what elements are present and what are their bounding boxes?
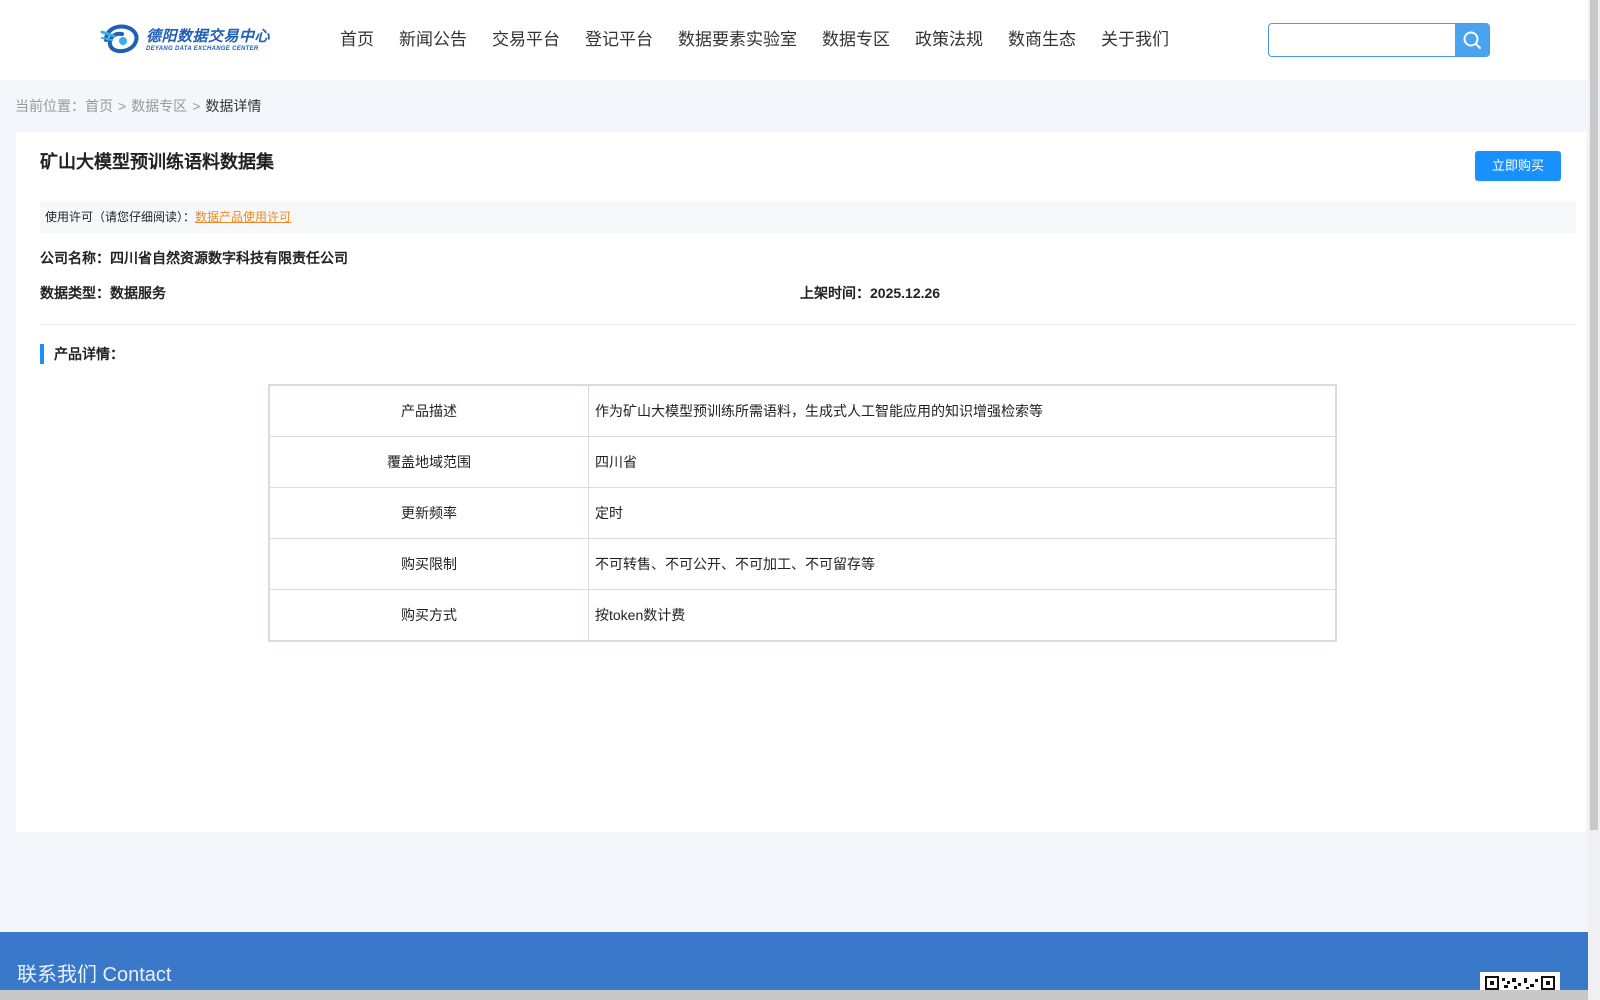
data-type-label: 数据类型： bbox=[40, 285, 110, 301]
search-box bbox=[1268, 23, 1490, 57]
section-title: 产品详情： bbox=[54, 346, 124, 362]
search-icon bbox=[1463, 31, 1481, 49]
table-cell-value: 定时 bbox=[588, 487, 1337, 539]
company-row: 公司名称：四川省自然资源数字科技有限责任公司 bbox=[40, 248, 348, 268]
table-row: 购买限制 不可转售、不可公开、不可加工、不可留存等 bbox=[268, 538, 1337, 590]
breadcrumb-home[interactable]: 首页 bbox=[85, 96, 113, 116]
logo-mark-icon bbox=[100, 24, 139, 54]
table-cell-value: 四川省 bbox=[588, 436, 1337, 488]
breadcrumb-separator: > bbox=[192, 98, 201, 114]
table-cell-key: 购买限制 bbox=[268, 538, 589, 590]
breadcrumb: 当前位置： 首页 > 数据专区 > 数据详情 bbox=[15, 96, 261, 116]
nav-item-trade[interactable]: 交易平台 bbox=[492, 27, 560, 53]
listed-time-row: 上架时间：2025.12.26 bbox=[800, 283, 940, 303]
nav-item-ecosystem[interactable]: 数商生态 bbox=[1008, 27, 1076, 53]
listed-time-label: 上架时间： bbox=[800, 285, 870, 301]
nav-item-register[interactable]: 登记平台 bbox=[585, 27, 653, 53]
table-row: 购买方式 按token数计费 bbox=[268, 589, 1337, 642]
company-label: 公司名称： bbox=[40, 250, 110, 266]
table-cell-value: 不可转售、不可公开、不可加工、不可留存等 bbox=[588, 538, 1337, 590]
table-cell-key: 覆盖地域范围 bbox=[268, 436, 589, 488]
license-link[interactable]: 数据产品使用许可 bbox=[195, 210, 291, 224]
breadcrumb-current: 数据详情 bbox=[205, 98, 262, 114]
nav-item-news[interactable]: 新闻公告 bbox=[399, 27, 467, 53]
site-header: 德阳数据交易中心 DEYANG DATA EXCHANGE CENTER 首页 … bbox=[0, 0, 1588, 80]
product-title: 矿山大模型预训练语料数据集 bbox=[40, 152, 274, 172]
data-type-value: 数据服务 bbox=[110, 285, 166, 301]
section-header: 产品详情： bbox=[40, 344, 124, 364]
company-name: 四川省自然资源数字科技有限责任公司 bbox=[110, 250, 348, 266]
buy-now-button[interactable]: 立即购买 bbox=[1475, 151, 1561, 181]
license-bar: 使用许可（请您仔细阅读）：数据产品使用许可 bbox=[40, 201, 1576, 233]
breadcrumb-prefix: 当前位置： bbox=[15, 98, 85, 114]
license-label: 使用许可（请您仔细阅读）： bbox=[45, 210, 196, 224]
divider bbox=[40, 324, 1576, 325]
listed-time-value: 2025.12.26 bbox=[870, 285, 941, 301]
breadcrumb-separator: > bbox=[118, 98, 127, 114]
data-type-row: 数据类型：数据服务 bbox=[40, 283, 166, 303]
table-cell-value: 按token数计费 bbox=[588, 589, 1337, 642]
table-cell-key: 购买方式 bbox=[268, 589, 589, 642]
logo-name-en: DEYANG DATA EXCHANGE CENTER bbox=[146, 45, 259, 52]
table-cell-value: 作为矿山大模型预训练所需语料，生成式人工智能应用的知识增强检索等 bbox=[588, 384, 1337, 437]
table-row: 产品描述 作为矿山大模型预训练所需语料，生成式人工智能应用的知识增强检索等 bbox=[268, 384, 1337, 437]
nav-item-home[interactable]: 首页 bbox=[340, 27, 374, 53]
nav-item-data-zone[interactable]: 数据专区 bbox=[822, 27, 890, 53]
logo-name-cn: 德阳数据交易中心 bbox=[146, 27, 271, 45]
vertical-scrollbar-thumb[interactable] bbox=[1590, 0, 1598, 830]
product-details-table: 产品描述 作为矿山大模型预训练所需语料，生成式人工智能应用的知识增强检索等 覆盖… bbox=[268, 384, 1337, 642]
product-card: 矿山大模型预训练语料数据集 立即购买 使用许可（请您仔细阅读）：数据产品使用许可… bbox=[16, 132, 1586, 832]
table-cell-key: 产品描述 bbox=[268, 384, 589, 437]
table-row: 更新频率 定时 bbox=[268, 487, 1337, 539]
nav-item-policy[interactable]: 政策法规 bbox=[915, 27, 983, 53]
section-accent-bar bbox=[40, 344, 44, 364]
footer-contact-title: 联系我们 Contact bbox=[17, 964, 172, 986]
table-row: 覆盖地域范围 四川省 bbox=[268, 436, 1337, 488]
main-nav: 首页 新闻公告 交易平台 登记平台 数据要素实验室 数据专区 政策法规 数商生态… bbox=[340, 27, 1194, 53]
breadcrumb-data-zone[interactable]: 数据专区 bbox=[131, 96, 187, 116]
table-cell-key: 更新频率 bbox=[268, 487, 589, 539]
search-button[interactable] bbox=[1455, 24, 1489, 56]
nav-item-about[interactable]: 关于我们 bbox=[1101, 27, 1169, 53]
nav-item-lab[interactable]: 数据要素实验室 bbox=[678, 27, 797, 53]
search-input[interactable] bbox=[1269, 24, 1455, 56]
logo-text: 德阳数据交易中心 DEYANG DATA EXCHANGE CENTER bbox=[146, 29, 270, 52]
site-logo[interactable]: 德阳数据交易中心 DEYANG DATA EXCHANGE CENTER bbox=[100, 20, 280, 60]
horizontal-scrollbar[interactable] bbox=[0, 990, 1588, 1000]
